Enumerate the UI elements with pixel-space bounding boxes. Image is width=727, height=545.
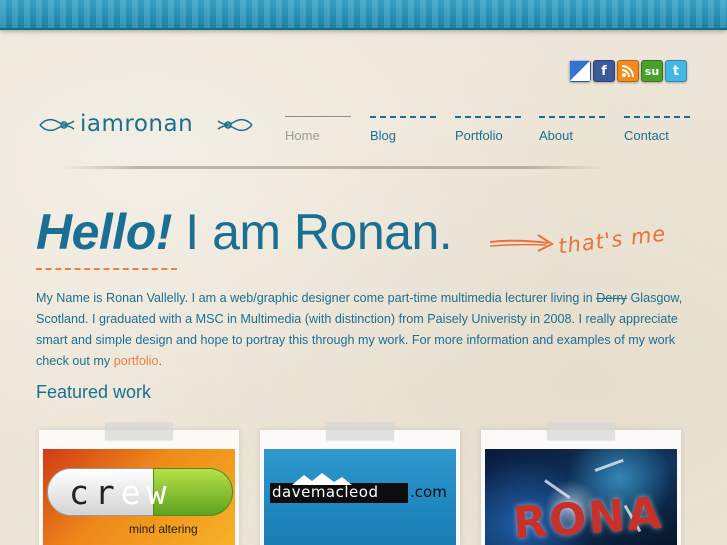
band-pattern [0,0,727,28]
featured-card-davemacleod[interactable]: davemacleod .com [260,422,460,545]
rss-icon[interactable] [617,60,639,82]
featured-card-crew[interactable]: crew mind altering [39,422,239,545]
featured-card-ronan-art[interactable]: RONA [481,422,681,545]
crew-word-a: cr [69,473,121,512]
card-tape [547,422,615,440]
header-divider [60,166,605,169]
intro-paragraph: My Name is Ronan Vallelly. I am a web/gr… [36,288,696,372]
nav-blog-label: Blog [370,128,397,143]
title-underline [36,268,177,270]
page-title: Hello! I am Ronan. [36,203,453,261]
nav-home-rule [285,116,351,119]
dave-suffix: .com [410,483,447,501]
logo-text: iamronan [80,111,194,137]
featured-work-heading: Featured work [36,382,152,402]
nav-about[interactable]: About [539,116,607,146]
nav-about-label: About [539,128,573,143]
card-tape [105,422,173,440]
nav-portfolio[interactable]: Portfolio [455,116,523,146]
davemacleod-thumbnail[interactable]: davemacleod .com [264,449,456,545]
nav-contact[interactable]: Contact [624,116,692,146]
social-icons: f su t [569,60,687,84]
crew-word-b: ew [120,473,173,512]
nav-portfolio-rule [455,116,521,119]
art-shard [594,458,624,472]
intro-text-1: My Name is Ronan Vallelly. I am a web/gr… [36,291,597,305]
nav-contact-label: Contact [624,128,669,143]
arrow-icon [489,234,555,252]
thats-me-annotation: that's me [556,221,668,259]
stumbleupon-icon[interactable]: su [641,60,663,82]
rss-glyph [621,65,634,78]
nav-contact-rule [624,116,690,119]
crew-wordmark: crew [69,473,173,512]
title-rest: I am Ronan. [171,204,453,260]
ronan-art-thumbnail[interactable]: RONA [485,449,677,545]
nav-home[interactable]: Home [285,116,353,146]
intro-struck-word: Derry [596,291,627,305]
art-letters: RONA [511,487,665,545]
nav-blog[interactable]: Blog [370,116,438,146]
nav-home-label: Home [285,128,320,143]
card-tape [326,422,394,440]
nav-portfolio-label: Portfolio [455,128,503,143]
nav-about-rule [539,116,605,119]
facebook-icon[interactable]: f [593,60,615,82]
title-hello: Hello! [36,204,172,260]
site-logo[interactable]: iamronan [38,110,254,140]
nav-blog-rule [370,116,436,119]
crew-thumbnail[interactable]: crew mind altering [43,449,235,545]
portfolio-link[interactable]: portfolio [114,354,159,368]
intro-text-3: . [158,354,163,368]
twitter-icon[interactable]: t [665,60,687,82]
crew-subtitle: mind altering [129,522,198,536]
top-decorative-band [0,0,727,30]
delicious-icon[interactable] [569,60,591,82]
dave-title: davemacleod [272,483,379,501]
